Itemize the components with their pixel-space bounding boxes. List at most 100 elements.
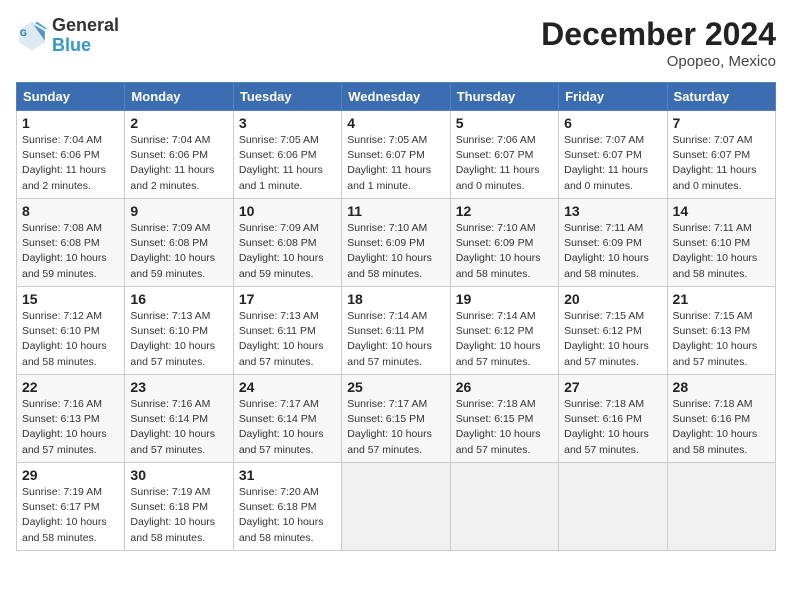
day-number: 28 <box>673 379 770 395</box>
calendar-day-16: 16 Sunrise: 7:13 AM Sunset: 6:10 PM Dayli… <box>125 287 233 375</box>
calendar-day-20: 20Sunrise: 7:15 AM Sunset: 6:12 PM Dayli… <box>559 287 667 375</box>
day-number: 26 <box>456 379 553 395</box>
day-info: Sunrise: 7:18 AM Sunset: 6:15 PM Dayligh… <box>456 397 553 458</box>
calendar-day-1: 1 Sunrise: 7:04 AM Sunset: 6:06 PM Daylig… <box>17 111 125 199</box>
day-info: Sunrise: 7:08 AM Sunset: 6:08 PM Dayligh… <box>22 221 119 282</box>
logo: G General Blue <box>16 16 119 56</box>
day-number: 6 <box>564 115 661 131</box>
calendar-week-1: 1 Sunrise: 7:04 AM Sunset: 6:06 PM Daylig… <box>17 111 776 199</box>
day-number: 31 <box>239 467 336 483</box>
calendar-day-14: 14 Sunrise: 7:11 AM Sunset: 6:10 PM Dayli… <box>667 199 775 287</box>
day-number: 15 <box>22 291 119 307</box>
calendar-day-30: 30 Sunrise: 7:19 AM Sunset: 6:18 PM Dayli… <box>125 463 233 551</box>
calendar-day-26: 26 Sunrise: 7:18 AM Sunset: 6:15 PM Dayli… <box>450 375 558 463</box>
month-title: December 2024 <box>541 16 776 53</box>
day-number: 23 <box>130 379 227 395</box>
calendar-day-25: 25Sunrise: 7:17 AM Sunset: 6:15 PM Dayli… <box>342 375 450 463</box>
calendar-header-wednesday: Wednesday <box>342 83 450 111</box>
day-number: 18 <box>347 291 444 307</box>
day-info: Sunrise: 7:14 AM Sunset: 6:12 PM Dayligh… <box>456 309 553 370</box>
day-number: 20 <box>564 291 661 307</box>
logo-icon: G <box>16 20 48 52</box>
day-info: Sunrise: 7:05 AM Sunset: 6:06 PM Dayligh… <box>239 133 336 194</box>
day-info: Sunrise: 7:09 AM Sunset: 6:08 PM Dayligh… <box>130 221 227 282</box>
day-info: Sunrise: 7:14 AM Sunset: 6:11 PM Dayligh… <box>347 309 444 370</box>
calendar-header-friday: Friday <box>559 83 667 111</box>
empty-cell <box>450 463 558 551</box>
day-info: Sunrise: 7:11 AM Sunset: 6:09 PM Dayligh… <box>564 221 661 282</box>
logo-line1: General <box>52 16 119 36</box>
calendar-header-thursday: Thursday <box>450 83 558 111</box>
day-number: 30 <box>130 467 227 483</box>
day-number: 10 <box>239 203 336 219</box>
day-info: Sunrise: 7:17 AM Sunset: 6:14 PM Dayligh… <box>239 397 336 458</box>
day-number: 29 <box>22 467 119 483</box>
day-number: 9 <box>130 203 227 219</box>
day-info: Sunrise: 7:04 AM Sunset: 6:06 PM Dayligh… <box>130 133 227 194</box>
day-number: 24 <box>239 379 336 395</box>
empty-cell <box>559 463 667 551</box>
day-number: 7 <box>673 115 770 131</box>
day-info: Sunrise: 7:19 AM Sunset: 6:18 PM Dayligh… <box>130 485 227 546</box>
calendar-week-5: 29 Sunrise: 7:19 AM Sunset: 6:17 PM Dayli… <box>17 463 776 551</box>
calendar-day-13: 13Sunrise: 7:11 AM Sunset: 6:09 PM Dayli… <box>559 199 667 287</box>
day-info: Sunrise: 7:09 AM Sunset: 6:08 PM Dayligh… <box>239 221 336 282</box>
day-number: 2 <box>130 115 227 131</box>
day-info: Sunrise: 7:10 AM Sunset: 6:09 PM Dayligh… <box>456 221 553 282</box>
calendar-day-21: 21Sunrise: 7:15 AM Sunset: 6:13 PM Dayli… <box>667 287 775 375</box>
calendar-day-28: 28 Sunrise: 7:18 AM Sunset: 6:16 PM Dayli… <box>667 375 775 463</box>
day-number: 25 <box>347 379 444 395</box>
calendar-header-sunday: Sunday <box>17 83 125 111</box>
calendar-day-24: 24 Sunrise: 7:17 AM Sunset: 6:14 PM Dayli… <box>233 375 341 463</box>
calendar-day-4: 4 Sunrise: 7:05 AM Sunset: 6:07 PM Daylig… <box>342 111 450 199</box>
day-info: Sunrise: 7:05 AM Sunset: 6:07 PM Dayligh… <box>347 133 444 194</box>
calendar-day-11: 11Sunrise: 7:10 AM Sunset: 6:09 PM Dayli… <box>342 199 450 287</box>
day-info: Sunrise: 7:11 AM Sunset: 6:10 PM Dayligh… <box>673 221 770 282</box>
calendar-week-4: 22 Sunrise: 7:16 AM Sunset: 6:13 PM Dayli… <box>17 375 776 463</box>
day-number: 4 <box>347 115 444 131</box>
day-number: 12 <box>456 203 553 219</box>
calendar-header-monday: Monday <box>125 83 233 111</box>
day-number: 17 <box>239 291 336 307</box>
day-number: 22 <box>22 379 119 395</box>
page-header: G General Blue December 2024 Opopeo, Mex… <box>16 16 776 70</box>
day-info: Sunrise: 7:19 AM Sunset: 6:17 PM Dayligh… <box>22 485 119 546</box>
day-info: Sunrise: 7:20 AM Sunset: 6:18 PM Dayligh… <box>239 485 336 546</box>
calendar-day-3: 3 Sunrise: 7:05 AM Sunset: 6:06 PM Daylig… <box>233 111 341 199</box>
day-info: Sunrise: 7:06 AM Sunset: 6:07 PM Dayligh… <box>456 133 553 194</box>
calendar-day-22: 22 Sunrise: 7:16 AM Sunset: 6:13 PM Dayli… <box>17 375 125 463</box>
svg-text:G: G <box>20 28 27 38</box>
logo-line2: Blue <box>52 36 119 56</box>
day-info: Sunrise: 7:07 AM Sunset: 6:07 PM Dayligh… <box>564 133 661 194</box>
day-number: 3 <box>239 115 336 131</box>
day-info: Sunrise: 7:13 AM Sunset: 6:11 PM Dayligh… <box>239 309 336 370</box>
day-number: 16 <box>130 291 227 307</box>
calendar-header-tuesday: Tuesday <box>233 83 341 111</box>
calendar-day-27: 27Sunrise: 7:18 AM Sunset: 6:16 PM Dayli… <box>559 375 667 463</box>
day-number: 14 <box>673 203 770 219</box>
calendar-week-2: 8 Sunrise: 7:08 AM Sunset: 6:08 PM Daylig… <box>17 199 776 287</box>
day-info: Sunrise: 7:16 AM Sunset: 6:14 PM Dayligh… <box>130 397 227 458</box>
location: Opopeo, Mexico <box>541 53 776 70</box>
calendar-day-5: 5 Sunrise: 7:06 AM Sunset: 6:07 PM Daylig… <box>450 111 558 199</box>
day-info: Sunrise: 7:16 AM Sunset: 6:13 PM Dayligh… <box>22 397 119 458</box>
calendar-table: SundayMondayTuesdayWednesdayThursdayFrid… <box>16 82 776 551</box>
day-info: Sunrise: 7:07 AM Sunset: 6:07 PM Dayligh… <box>673 133 770 194</box>
day-number: 8 <box>22 203 119 219</box>
day-number: 19 <box>456 291 553 307</box>
day-number: 5 <box>456 115 553 131</box>
calendar-day-29: 29 Sunrise: 7:19 AM Sunset: 6:17 PM Dayli… <box>17 463 125 551</box>
day-info: Sunrise: 7:18 AM Sunset: 6:16 PM Dayligh… <box>673 397 770 458</box>
calendar-day-8: 8 Sunrise: 7:08 AM Sunset: 6:08 PM Daylig… <box>17 199 125 287</box>
calendar-day-23: 23 Sunrise: 7:16 AM Sunset: 6:14 PM Dayli… <box>125 375 233 463</box>
empty-cell <box>667 463 775 551</box>
empty-cell <box>342 463 450 551</box>
calendar-header-row: SundayMondayTuesdayWednesdayThursdayFrid… <box>17 83 776 111</box>
day-info: Sunrise: 7:10 AM Sunset: 6:09 PM Dayligh… <box>347 221 444 282</box>
day-info: Sunrise: 7:13 AM Sunset: 6:10 PM Dayligh… <box>130 309 227 370</box>
day-number: 21 <box>673 291 770 307</box>
day-number: 27 <box>564 379 661 395</box>
calendar-day-9: 9 Sunrise: 7:09 AM Sunset: 6:08 PM Daylig… <box>125 199 233 287</box>
day-number: 1 <box>22 115 119 131</box>
day-info: Sunrise: 7:04 AM Sunset: 6:06 PM Dayligh… <box>22 133 119 194</box>
